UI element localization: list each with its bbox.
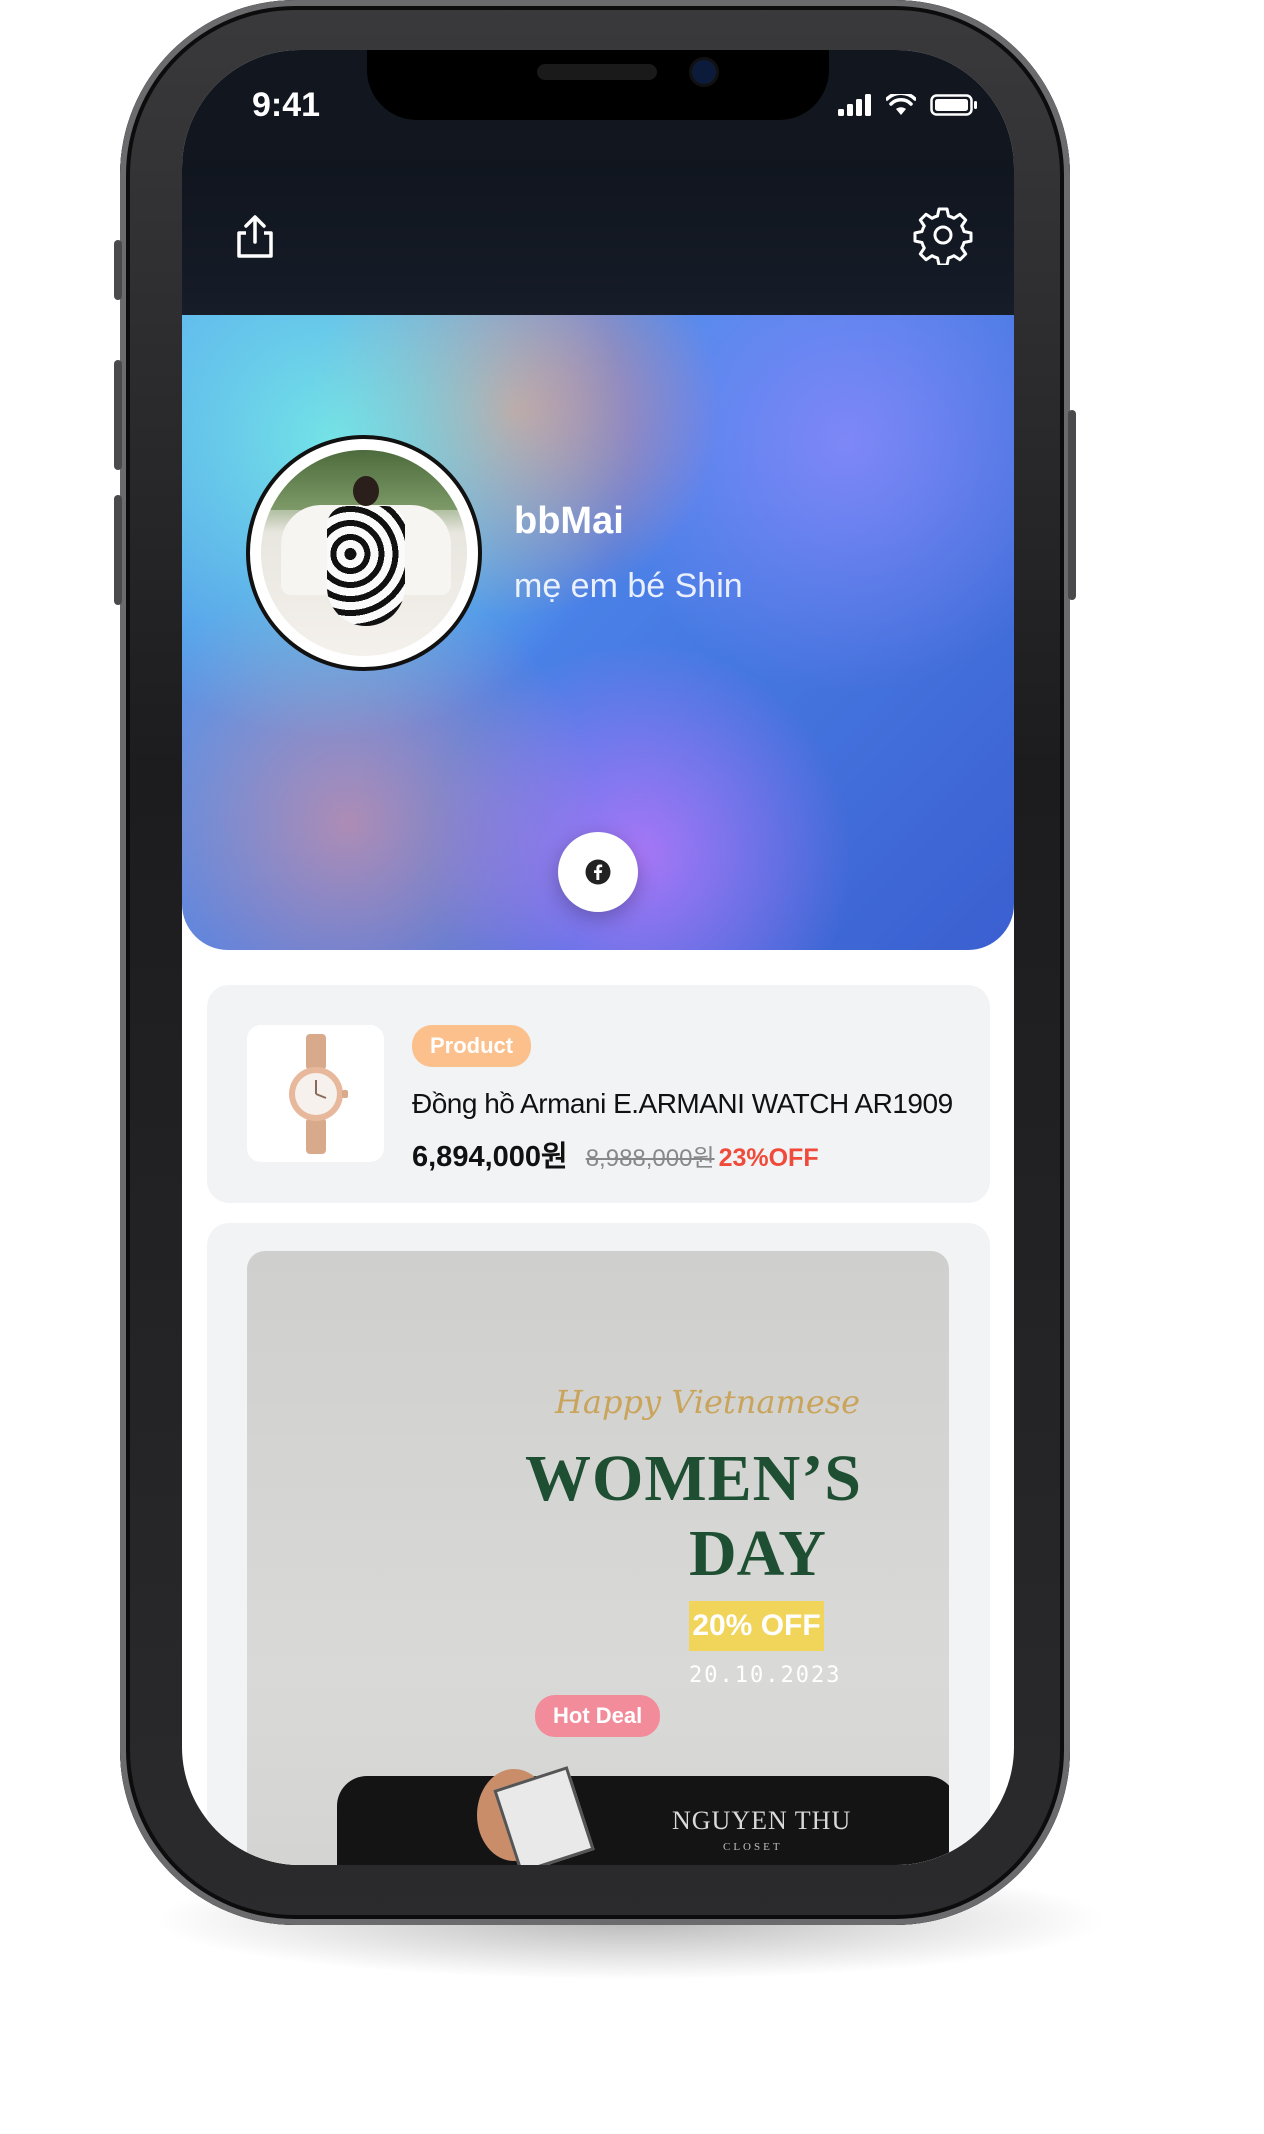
hot-deal-badge: Hot Deal (535, 1695, 661, 1737)
status-icons (838, 94, 978, 116)
phone-frame: 9:41 bbMai mẹ em bé Shin Product Đồng hồ… (114, 0, 1076, 1925)
avatar-photo (261, 450, 467, 656)
top-toolbar (182, 160, 1014, 315)
deal-headline-1: WOMEN’S (525, 1442, 862, 1515)
gear-icon (913, 207, 973, 265)
product-original-price: 8,988,000원 (585, 1145, 715, 1172)
avatar[interactable] (246, 435, 482, 671)
deal-headline-2: DAY (689, 1517, 826, 1590)
battery-icon (930, 94, 977, 116)
app-screen: 9:41 bbMai mẹ em bé Shin Product Đồng hồ… (182, 50, 1014, 1865)
product-price: 6,894,000원 (412, 1141, 568, 1173)
silent-switch (114, 240, 122, 300)
sofa (337, 1776, 949, 1865)
speaker (537, 64, 657, 80)
brand-sub-text: CLOSET (723, 1841, 783, 1853)
signal-icon (838, 94, 871, 116)
settings-button[interactable] (908, 200, 978, 270)
avatar-head (353, 476, 379, 506)
profile-bio: mẹ em bé Shin (514, 567, 743, 605)
product-discount: 23%OFF (718, 1144, 819, 1172)
front-camera (692, 60, 716, 84)
status-bar: 9:41 (182, 50, 1014, 160)
deal-date: 20.10.2023 (689, 1663, 842, 1688)
volume-up-button (114, 360, 122, 470)
avatar-dress (327, 506, 405, 626)
volume-down-button (114, 495, 122, 605)
product-image (247, 1025, 384, 1162)
notch (367, 50, 829, 120)
deal-offer: 20% OFF (689, 1601, 824, 1651)
facebook-icon (585, 859, 611, 885)
watch-image (288, 1033, 348, 1154)
brand-logo-text: NGUYEN THU (672, 1806, 852, 1835)
product-badge: Product (412, 1025, 532, 1067)
status-time: 9:41 (252, 86, 321, 124)
facebook-link-button[interactable] (558, 832, 638, 912)
price-row: 6,894,000원 8,988,000원 23%OFF (412, 1133, 819, 1175)
share-button[interactable] (220, 202, 290, 272)
product-title: Đồng hồ Armani E.ARMANI WATCH AR1909 (412, 1088, 953, 1119)
deal-script-text: Happy Vietnamese (555, 1383, 861, 1421)
power-button (1068, 410, 1076, 600)
deal-banner-image: Happy Vietnamese WOMEN’S DAY 20% OFF 20.… (247, 1251, 949, 1865)
profile-header: bbMai mẹ em bé Shin (182, 315, 1014, 950)
wifi-icon (886, 94, 916, 115)
product-card[interactable]: Product Đồng hồ Armani E.ARMANI WATCH AR… (207, 985, 990, 1203)
share-icon (237, 215, 273, 258)
deal-card[interactable]: Happy Vietnamese WOMEN’S DAY 20% OFF 20.… (207, 1223, 990, 1865)
profile-name: bbMai (514, 500, 624, 542)
